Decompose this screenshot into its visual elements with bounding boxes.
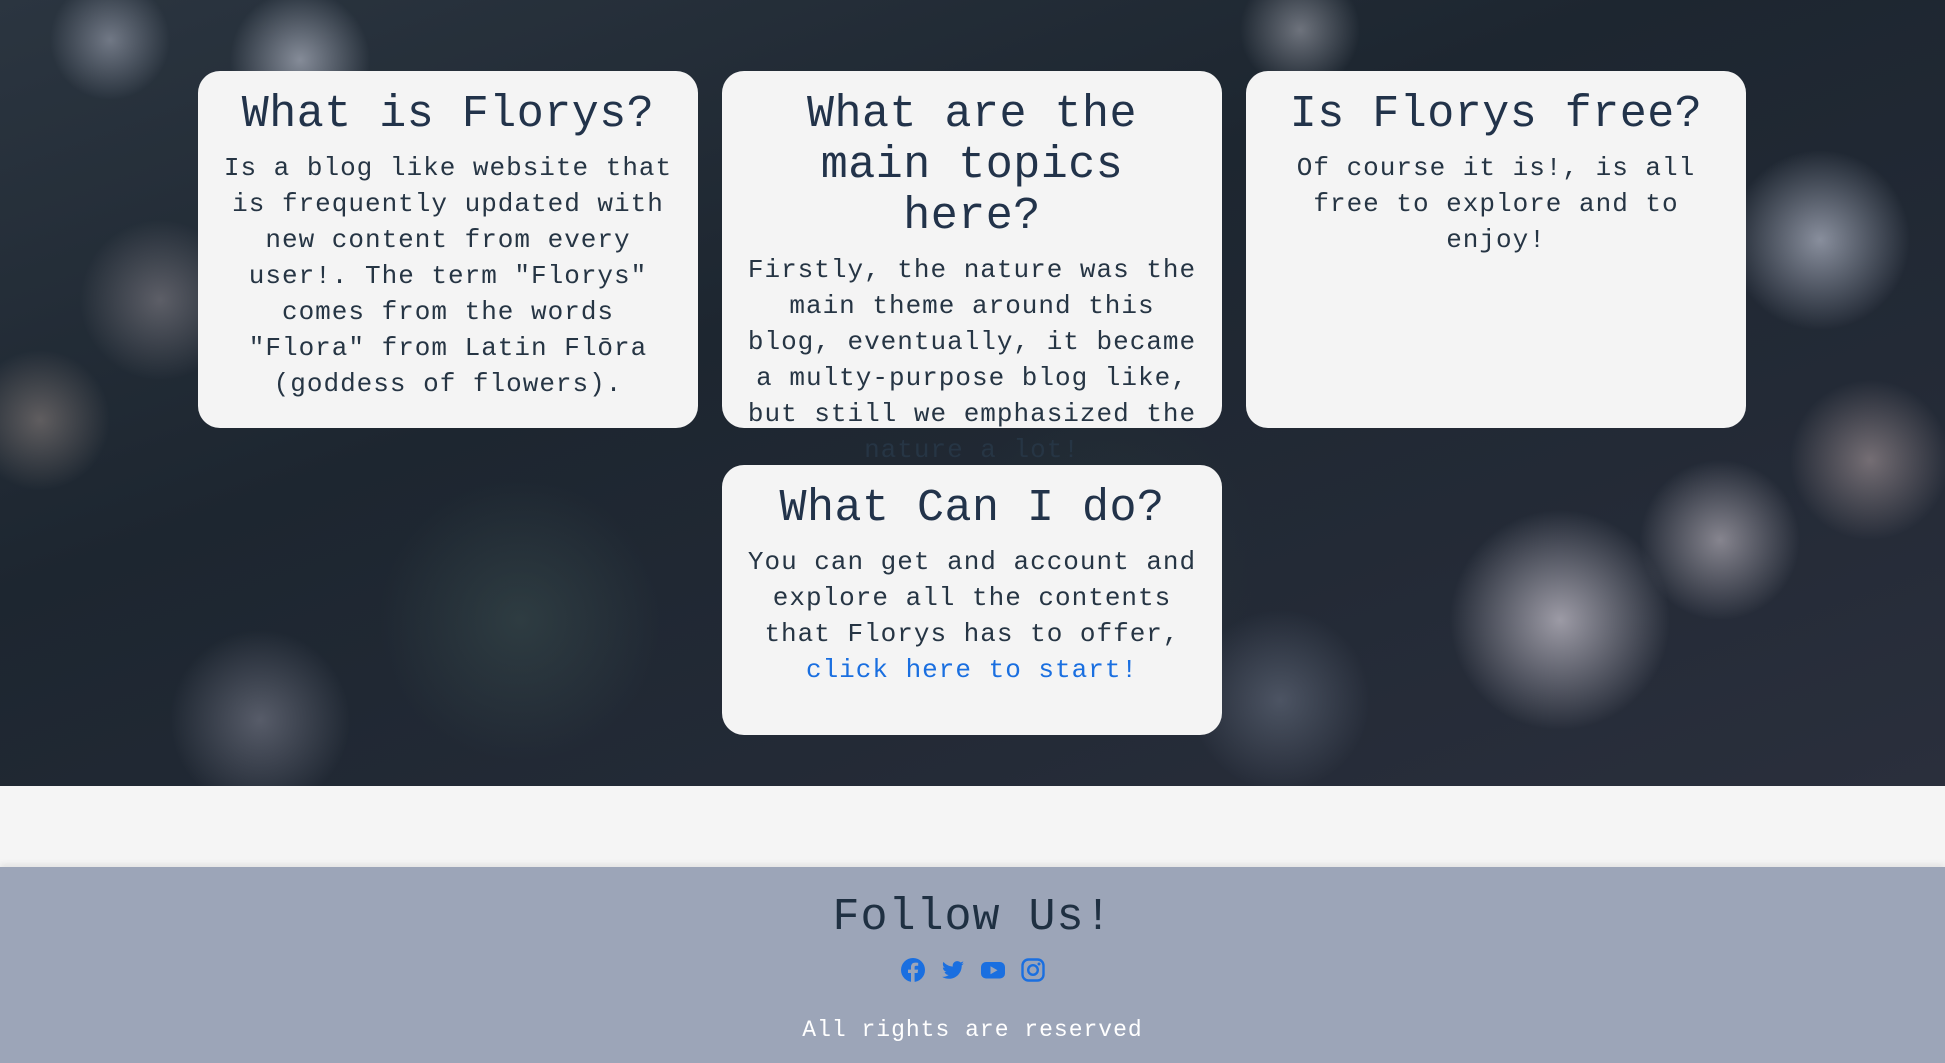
info-card-main-topics: What are the main topics here? Firstly, … xyxy=(722,71,1222,465)
twitter-icon[interactable] xyxy=(940,957,966,983)
hero-background: What is Florys? Is a blog like website t… xyxy=(0,0,1945,786)
card-title: What are the main topics here? xyxy=(806,89,1138,242)
facebook-icon[interactable] xyxy=(900,957,926,983)
footer: Follow Us! All rights are reserved xyxy=(0,867,1945,1063)
card-text: You can get and account and explore all … xyxy=(744,544,1200,688)
card-text-body: You can get and account and explore all … xyxy=(747,547,1197,649)
youtube-icon[interactable] xyxy=(980,957,1006,983)
copyright-text: All rights are reserved xyxy=(802,1017,1143,1043)
card-text: Of course it is!, is all free to explore… xyxy=(1296,153,1696,255)
start-link[interactable]: click here to start! xyxy=(806,655,1138,685)
card-text: Is a blog like website that is frequentl… xyxy=(223,153,673,399)
info-card-what-is-florys: What is Florys? Is a blog like website t… xyxy=(198,71,698,428)
card-title: What Can I do? xyxy=(779,483,1165,534)
footer-title: Follow Us! xyxy=(832,892,1113,943)
card-title: What is Florys? xyxy=(241,89,655,140)
card-title: Is Florys free? xyxy=(1289,89,1703,140)
card-text: Firstly, the nature was the main theme a… xyxy=(747,255,1197,465)
social-links xyxy=(0,957,1945,983)
info-card-is-free: Is Florys free? Of course it is!, is all… xyxy=(1246,71,1746,428)
instagram-icon[interactable] xyxy=(1020,957,1046,983)
info-card-what-can-i-do: What Can I do? You can get and account a… xyxy=(722,465,1222,735)
